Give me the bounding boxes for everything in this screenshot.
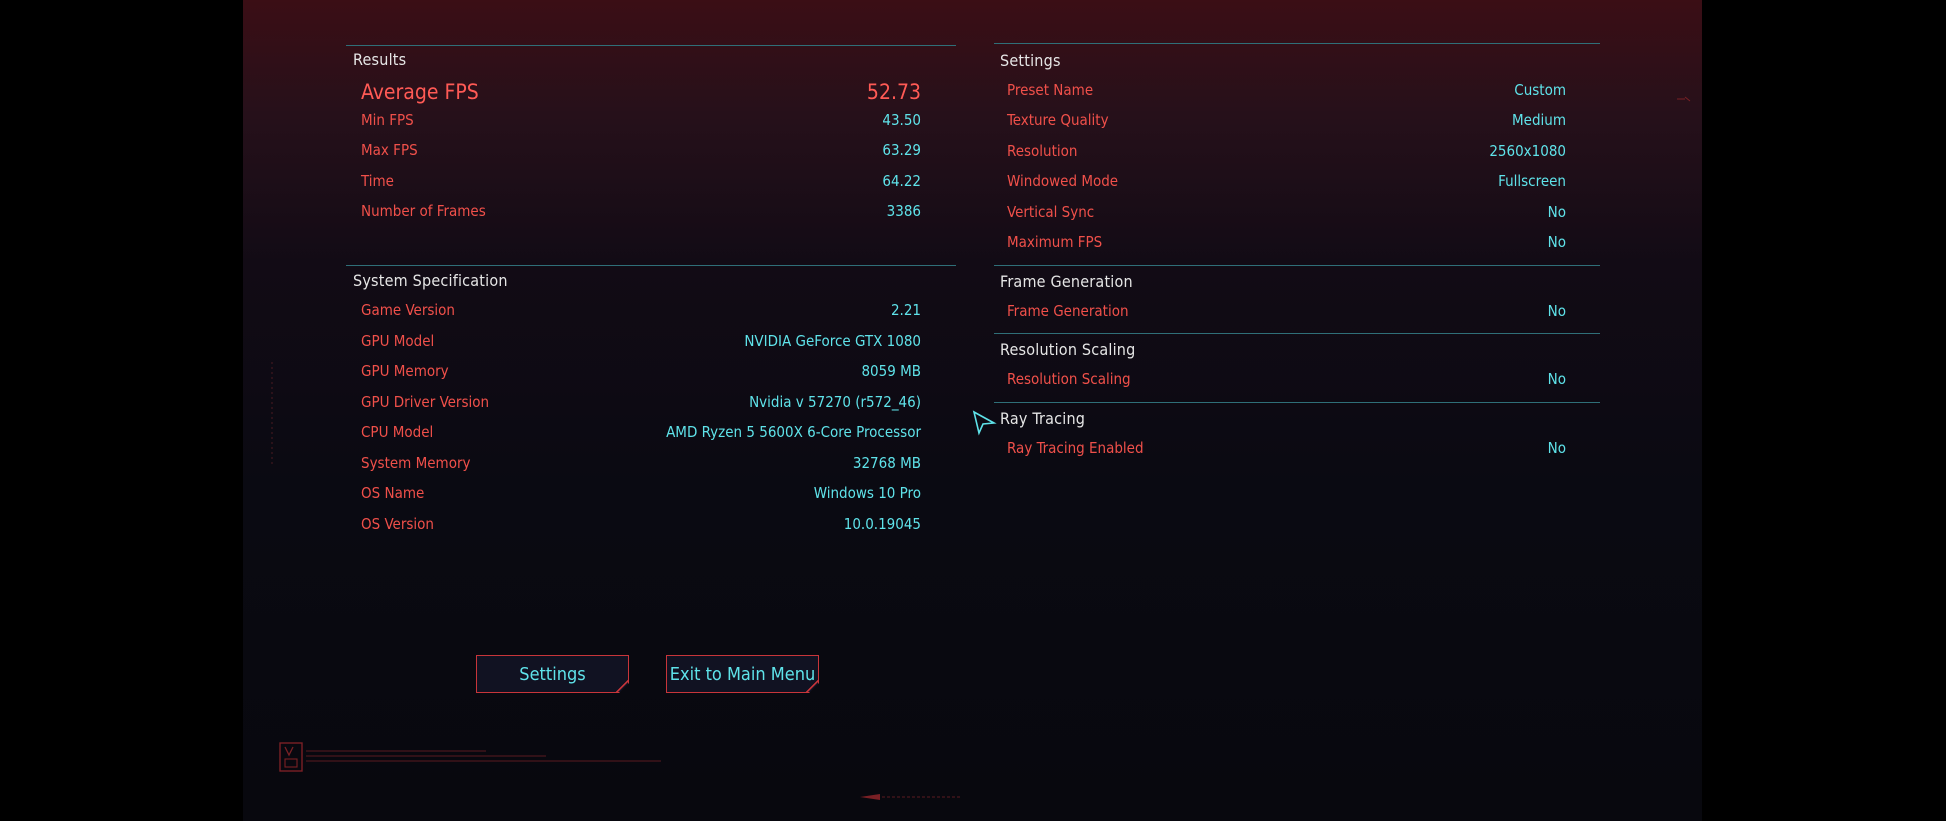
average-fps-row: Average FPS 52.73 bbox=[361, 80, 921, 106]
settings-row-value: Fullscreen bbox=[1498, 172, 1566, 190]
frame-generation-row: Frame Generation No bbox=[1007, 302, 1566, 324]
frame-generation-value: No bbox=[1547, 302, 1566, 320]
results-row-label: Max FPS bbox=[361, 141, 418, 159]
settings-row: Vertical Sync No bbox=[1007, 203, 1566, 225]
results-row-label: Time bbox=[361, 172, 394, 190]
system-title: System Specification bbox=[353, 271, 508, 290]
system-row-value: 32768 MB bbox=[852, 454, 921, 472]
results-row: Number of Frames 3386 bbox=[361, 202, 921, 224]
settings-title: Settings bbox=[1000, 51, 1061, 70]
settings-row-label: Maximum FPS bbox=[1007, 233, 1103, 251]
system-row-value: Nvidia v 57270 (r572_46) bbox=[749, 393, 921, 411]
system-row: GPU Model NVIDIA GeForce GTX 1080 bbox=[361, 332, 921, 354]
fine-print-decoration bbox=[306, 750, 661, 762]
system-row-value: NVIDIA GeForce GTX 1080 bbox=[744, 332, 921, 350]
system-row: CPU Model AMD Ryzen 5 5600X 6-Core Proce… bbox=[361, 423, 921, 445]
frame-generation-divider bbox=[994, 265, 1600, 266]
system-row-label: GPU Memory bbox=[361, 362, 449, 380]
resolution-scaling-label: Resolution Scaling bbox=[1007, 370, 1131, 388]
system-row-value: 10.0.19045 bbox=[843, 515, 921, 533]
results-row-value: 64.22 bbox=[882, 172, 921, 190]
results-row-value: 63.29 bbox=[882, 141, 921, 159]
results-row-label: Number of Frames bbox=[361, 202, 486, 220]
arrow-marker-decoration bbox=[860, 794, 960, 800]
settings-row-label: Resolution bbox=[1007, 142, 1078, 160]
settings-row-label: Vertical Sync bbox=[1007, 203, 1095, 221]
results-row: Time 64.22 bbox=[361, 172, 921, 194]
ray-tracing-divider bbox=[994, 402, 1600, 403]
system-row-label: System Memory bbox=[361, 454, 471, 472]
results-title: Results bbox=[353, 50, 407, 69]
results-row-value: 43.50 bbox=[882, 111, 921, 129]
system-row-value: Windows 10 Pro bbox=[813, 484, 921, 502]
system-row-label: GPU Driver Version bbox=[361, 393, 490, 411]
average-fps-label: Average FPS bbox=[361, 80, 479, 104]
system-row-label: OS Name bbox=[361, 484, 425, 502]
settings-row-label: Windowed Mode bbox=[1007, 172, 1119, 190]
settings-row-value: Medium bbox=[1512, 111, 1566, 129]
frame-generation-title: Frame Generation bbox=[1000, 272, 1133, 291]
exit-to-main-menu-button[interactable]: Exit to Main Menu bbox=[666, 655, 819, 693]
settings-row-label: Preset Name bbox=[1007, 81, 1094, 99]
results-row-value: 3386 bbox=[886, 202, 921, 220]
frame-generation-label: Frame Generation bbox=[1007, 302, 1129, 320]
system-row: OS Version 10.0.19045 bbox=[361, 515, 921, 537]
settings-row: Maximum FPS No bbox=[1007, 233, 1566, 255]
corner-mark-decoration bbox=[1677, 96, 1691, 102]
settings-button[interactable]: Settings bbox=[476, 655, 629, 693]
system-row: Game Version 2.21 bbox=[361, 301, 921, 323]
average-fps-value: 52.73 bbox=[866, 80, 921, 104]
settings-row-value: No bbox=[1547, 203, 1566, 221]
settings-row-value: 2560x1080 bbox=[1489, 142, 1566, 160]
benchmark-results-screen: Results Average FPS 52.73 Min FPS 43.50 … bbox=[243, 0, 1702, 821]
resolution-scaling-divider bbox=[994, 333, 1600, 334]
settings-row: Windowed Mode Fullscreen bbox=[1007, 172, 1566, 194]
system-row-value: 8059 MB bbox=[861, 362, 921, 380]
settings-divider bbox=[994, 43, 1600, 44]
system-row-label: CPU Model bbox=[361, 423, 434, 441]
settings-row: Resolution 2560x1080 bbox=[1007, 142, 1566, 164]
settings-row-label: Texture Quality bbox=[1007, 111, 1109, 129]
system-row: GPU Memory 8059 MB bbox=[361, 362, 921, 384]
ray-tracing-label: Ray Tracing Enabled bbox=[1007, 439, 1144, 457]
resolution-scaling-title: Resolution Scaling bbox=[1000, 340, 1136, 359]
results-divider bbox=[346, 45, 956, 46]
results-row-label: Min FPS bbox=[361, 111, 414, 129]
system-row-label: OS Version bbox=[361, 515, 434, 533]
system-divider bbox=[346, 265, 956, 266]
results-row: Min FPS 43.50 bbox=[361, 111, 921, 133]
settings-row-value: No bbox=[1547, 233, 1566, 251]
settings-row-value: Custom bbox=[1514, 81, 1566, 99]
system-row-value: 2.21 bbox=[890, 301, 921, 319]
version-badge-icon bbox=[279, 742, 303, 772]
arrow-cursor-icon bbox=[972, 410, 997, 436]
system-row-label: GPU Model bbox=[361, 332, 435, 350]
ray-tracing-value: No bbox=[1547, 439, 1566, 457]
resolution-scaling-row: Resolution Scaling No bbox=[1007, 370, 1566, 392]
system-row: System Memory 32768 MB bbox=[361, 454, 921, 476]
settings-row: Texture Quality Medium bbox=[1007, 111, 1566, 133]
ray-tracing-row: Ray Tracing Enabled No bbox=[1007, 439, 1566, 461]
settings-row: Preset Name Custom bbox=[1007, 81, 1566, 103]
side-tick-decoration bbox=[271, 362, 273, 467]
system-row-value: AMD Ryzen 5 5600X 6-Core Processor bbox=[666, 423, 921, 441]
results-row: Max FPS 63.29 bbox=[361, 141, 921, 163]
system-row-label: Game Version bbox=[361, 301, 455, 319]
resolution-scaling-value: No bbox=[1547, 370, 1566, 388]
ray-tracing-title: Ray Tracing bbox=[1000, 409, 1086, 428]
system-row: OS Name Windows 10 Pro bbox=[361, 484, 921, 506]
system-row: GPU Driver Version Nvidia v 57270 (r572_… bbox=[361, 393, 921, 415]
